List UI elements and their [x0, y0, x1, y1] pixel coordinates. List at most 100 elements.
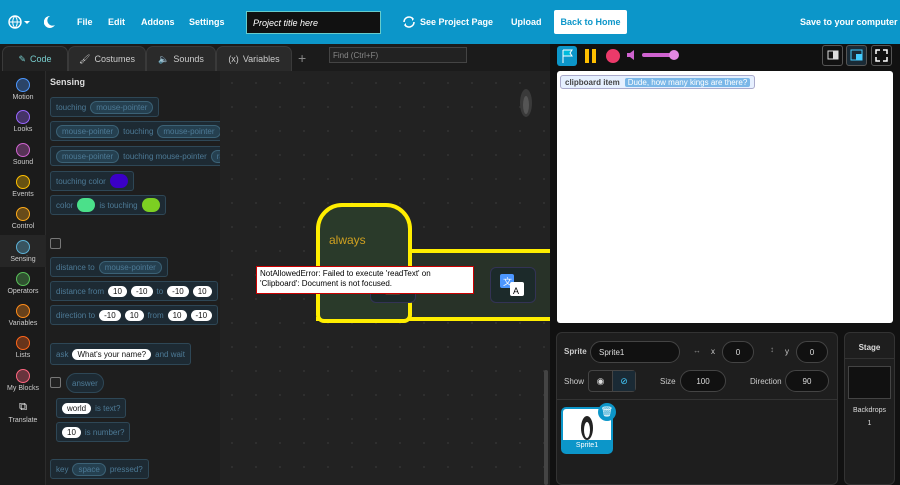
show-eye-button[interactable]: ◉: [589, 371, 612, 391]
block-text: touching color: [56, 176, 106, 186]
block-text: pressed?: [109, 464, 143, 474]
addons-menu[interactable]: Addons: [141, 0, 175, 44]
category-motion[interactable]: Motion: [0, 73, 46, 105]
green-flag-button[interactable]: [557, 46, 577, 66]
block-menu[interactable]: mouse-pointer: [56, 124, 120, 138]
project-title-input[interactable]: Project title here: [246, 11, 381, 34]
category-label: Control: [11, 223, 35, 231]
color-swatch[interactable]: [109, 174, 128, 188]
direction-input[interactable]: 90: [785, 370, 829, 392]
variable-icon: (x): [228, 54, 239, 64]
stop-button[interactable]: [605, 48, 621, 66]
block-menu[interactable]: mouse-pointer: [56, 149, 120, 163]
block-input[interactable]: world: [62, 402, 92, 414]
block-touching-color[interactable]: touching color: [50, 171, 134, 191]
add-tab-icon[interactable]: +: [298, 50, 306, 66]
translate-tile[interactable]: A文: [490, 267, 536, 303]
block-input[interactable]: -10: [130, 285, 153, 297]
block-input[interactable]: 10: [124, 309, 144, 321]
block-input[interactable]: 10: [62, 426, 81, 438]
tab-code[interactable]: ✎ Code: [2, 46, 68, 71]
category-dot-icon: [16, 142, 30, 157]
see-project-page-button[interactable]: See Project Page: [402, 0, 493, 44]
hide-eye-button[interactable]: ⊘: [611, 371, 635, 391]
category-translate[interactable]: ⧉ Translate: [0, 396, 46, 428]
block-text: to: [156, 286, 164, 296]
answer-checkbox[interactable]: [50, 377, 61, 388]
x-input[interactable]: 0: [722, 341, 754, 363]
back-to-home-button[interactable]: Back to Home: [554, 10, 627, 34]
block-input[interactable]: -10: [99, 309, 121, 321]
block-palette: Sensing touching mouse-pointer mouse-poin…: [46, 71, 220, 485]
size-label: Size: [660, 377, 676, 386]
settings-menu[interactable]: Settings: [189, 0, 225, 44]
edit-menu[interactable]: Edit: [108, 0, 125, 44]
block-direction-to[interactable]: direction to -10 10 from 10 -10: [50, 305, 219, 325]
language-button[interactable]: [8, 0, 30, 44]
color-swatch[interactable]: [141, 198, 160, 212]
block-input[interactable]: 10: [192, 285, 212, 297]
block-menu[interactable]: mouse-pointer: [157, 124, 220, 138]
category-variables[interactable]: Variables: [0, 299, 46, 331]
block-input[interactable]: 10: [167, 309, 187, 321]
block-menu[interactable]: space: [72, 462, 106, 476]
category-control[interactable]: Control: [0, 202, 46, 234]
block-input[interactable]: What's your name?: [72, 348, 152, 360]
save-to-computer-button[interactable]: Save to your computer: [800, 0, 898, 44]
category-my-blocks[interactable]: My Blocks: [0, 364, 46, 396]
theme-toggle-button[interactable]: [44, 0, 56, 44]
block-menu[interactable]: rainbow: [210, 149, 220, 163]
category-label: Operators: [7, 287, 39, 295]
y-input[interactable]: 0: [796, 341, 828, 363]
block-text: and wait: [155, 349, 185, 359]
block-menu[interactable]: mouse-pointer: [90, 100, 154, 114]
block-touching-rainbow[interactable]: mouse-pointertouching mouse-pointerrainb…: [50, 146, 220, 166]
block-menu[interactable]: mouse-pointer: [98, 260, 162, 274]
tab-costumes[interactable]: 🖌 Costumes: [68, 46, 146, 71]
backdrop-thumbnail[interactable]: [848, 366, 891, 399]
stage-panel[interactable]: Stage Backdrops 1: [844, 332, 895, 485]
delete-sprite-button[interactable]: 🗑: [598, 403, 616, 421]
size-input[interactable]: 100: [680, 370, 726, 392]
sprite-name-input[interactable]: Sprite1: [590, 341, 680, 363]
block-input[interactable]: 10: [108, 285, 127, 297]
always-block[interactable]: [316, 203, 412, 323]
category-sound[interactable]: Sound: [0, 138, 46, 170]
stage-canvas[interactable]: [557, 71, 893, 323]
category-sensing[interactable]: Sensing: [0, 234, 46, 267]
large-stage-button[interactable]: [846, 45, 867, 66]
volume-control[interactable]: [626, 48, 682, 64]
large-stage-icon: [850, 49, 863, 61]
file-menu[interactable]: File: [77, 0, 93, 44]
category-looks[interactable]: Looks: [0, 105, 46, 137]
category-events[interactable]: Events: [0, 170, 46, 202]
block-distance-to[interactable]: distance to mouse-pointer: [50, 257, 168, 277]
block-input[interactable]: -10: [190, 309, 213, 321]
svg-text:文: 文: [503, 276, 512, 287]
fullscreen-button[interactable]: [871, 45, 892, 66]
category-operators[interactable]: Operators: [0, 267, 46, 299]
pause-button[interactable]: [584, 48, 598, 66]
block-is-number[interactable]: 10 is number?: [56, 422, 131, 442]
upload-button[interactable]: Upload: [511, 0, 542, 44]
tab-variables[interactable]: (x) Variables: [216, 46, 292, 71]
block-ask[interactable]: ask What's your name? and wait: [50, 343, 191, 365]
block-answer[interactable]: answer: [66, 373, 104, 393]
tab-sounds[interactable]: 🔈 Sounds: [146, 46, 216, 71]
find-input[interactable]: Find (Ctrl+F): [329, 47, 467, 63]
block-touching[interactable]: touching mouse-pointer: [50, 97, 160, 117]
block-distance-from[interactable]: distance from 10 -10 to -10 10: [50, 281, 218, 301]
color-swatch[interactable]: [77, 198, 96, 212]
block-mouse-touching[interactable]: mouse-pointer touching mouse-pointer: [50, 121, 220, 141]
block-key-pressed[interactable]: key space pressed?: [50, 459, 149, 479]
category-dot-icon: [16, 239, 30, 254]
small-stage-button[interactable]: [822, 45, 843, 66]
panel-divider: [556, 399, 838, 400]
category-lists[interactable]: Lists: [0, 331, 46, 363]
block-color-touching[interactable]: color is touching: [50, 195, 166, 215]
reporter-checkbox[interactable]: [50, 238, 61, 249]
block-text: distance from: [56, 286, 105, 296]
block-input[interactable]: -10: [167, 285, 189, 297]
workspace-scrollbar[interactable]: [544, 370, 548, 485]
block-is-text[interactable]: world is text?: [56, 398, 127, 418]
